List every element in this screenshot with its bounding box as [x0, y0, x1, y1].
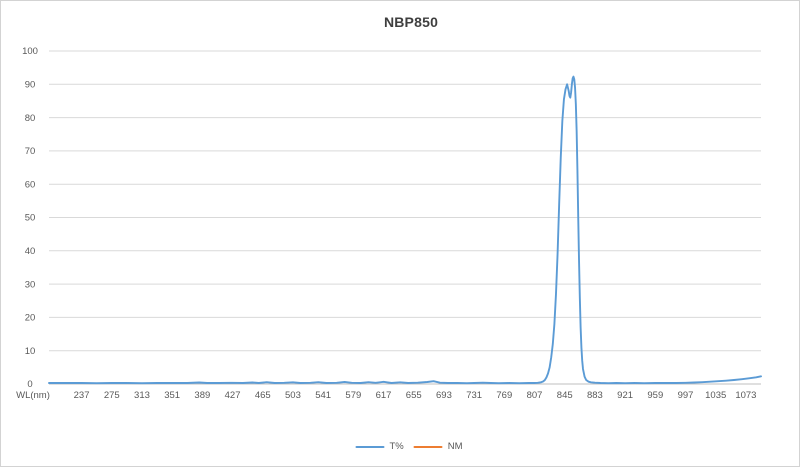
x-axis-tick-label: 427 — [225, 390, 241, 401]
x-axis-tick-label: 237 — [74, 390, 90, 401]
y-axis-tick-label: 60 — [25, 179, 36, 190]
x-axis-tick-label: 541 — [315, 390, 331, 401]
y-axis-tick-label: 20 — [25, 313, 36, 324]
x-axis-tick-label: 655 — [406, 390, 422, 401]
x-axis-tick-label: 1073 — [735, 390, 756, 401]
y-axis-tick-label: 0 — [27, 379, 32, 390]
x-axis-tick-label: 1035 — [705, 390, 726, 401]
x-axis-tick-label: 807 — [527, 390, 543, 401]
x-axis-tick-label: 997 — [678, 390, 694, 401]
legend: T% NM — [355, 442, 462, 452]
legend-line-swatch-nm — [414, 446, 443, 449]
legend-label-nm: NM — [448, 442, 463, 452]
x-axis-tick-label: 275 — [104, 390, 120, 401]
x-axis-unit-label: WL(nm) — [16, 390, 50, 401]
x-axis-tick-label: 503 — [285, 390, 301, 401]
y-axis-tick-label: 10 — [25, 346, 36, 357]
y-axis-tick-label: 100 — [22, 46, 38, 57]
y-axis-tick-label: 80 — [25, 113, 36, 124]
x-axis-tick-label: 845 — [557, 390, 573, 401]
series-line-t-[interactable] — [49, 77, 761, 384]
x-axis-tick-label: 921 — [617, 390, 633, 401]
x-axis-tick-label: 579 — [345, 390, 361, 401]
y-axis-tick-label: 40 — [25, 246, 36, 257]
x-axis-tick-label: 617 — [376, 390, 392, 401]
x-axis-tick-label: 313 — [134, 390, 150, 401]
x-axis-tick-label: 769 — [496, 390, 512, 401]
y-axis-tick-label: 30 — [25, 279, 36, 290]
plot-area: 0 10 20 30 40 50 60 70 80 90 100 WL(nm) 237 275 313 351… — [1, 1, 800, 467]
x-axis-tick-label: 731 — [466, 390, 482, 401]
legend-line-swatch-t-percent — [355, 446, 384, 449]
legend-item-t-percent[interactable]: T% — [355, 442, 403, 452]
legend-item-nm[interactable]: NM — [414, 442, 463, 452]
x-axis-tick-label: 465 — [255, 390, 271, 401]
y-axis-tick-label: 50 — [25, 213, 36, 224]
x-axis-tick-label: 883 — [587, 390, 603, 401]
x-axis-tick-label: 693 — [436, 390, 452, 401]
x-axis-tick-label: 351 — [164, 390, 180, 401]
y-axis-tick-label: 90 — [25, 80, 36, 91]
y-axis-tick-label: 70 — [25, 146, 36, 157]
legend-label-t-percent: T% — [389, 442, 403, 452]
x-axis-tick-label: 959 — [647, 390, 663, 401]
chart-frame: NBP850 0102030405060708090100WL(nm)23727… — [0, 0, 800, 467]
x-axis-tick-label: 389 — [194, 390, 210, 401]
